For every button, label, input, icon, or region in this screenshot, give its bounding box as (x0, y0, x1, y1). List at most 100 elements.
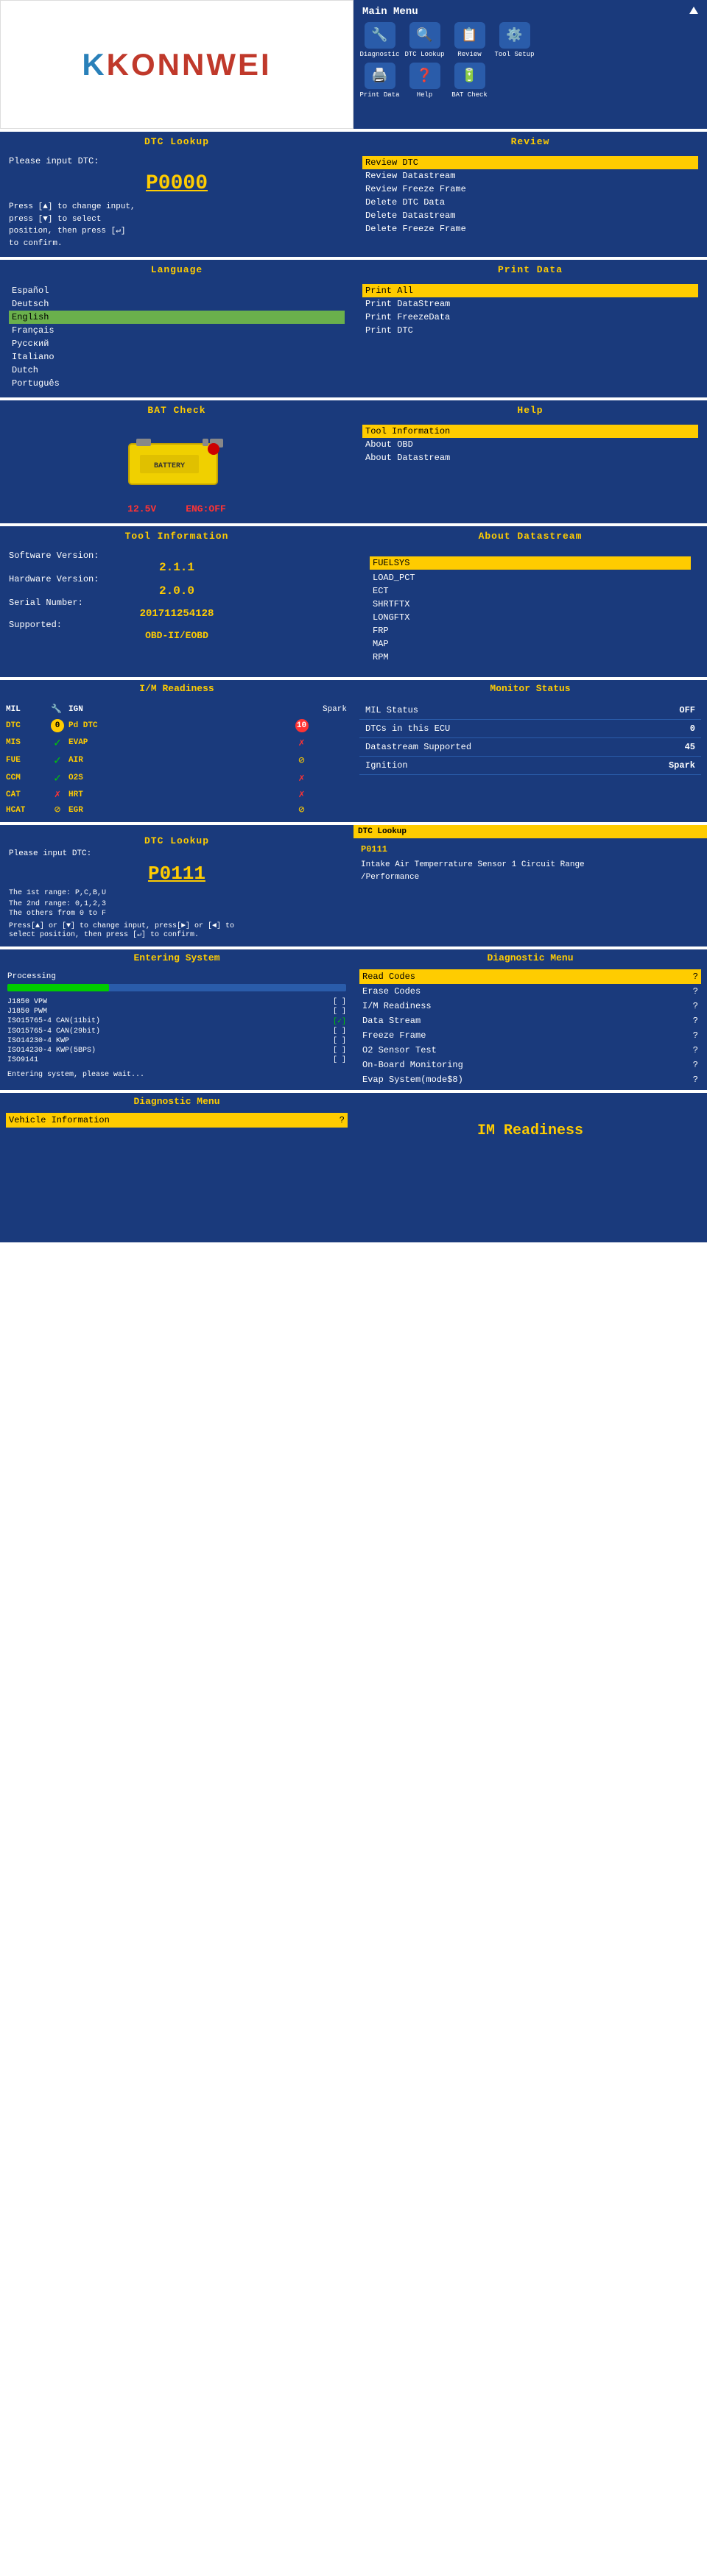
im-cat-row: CAT ✗ HRT ✗ (6, 787, 348, 802)
print-all[interactable]: Print All (362, 284, 698, 297)
menu-item-dtc-lookup[interactable]: 🔍 DTC Lookup (404, 22, 445, 58)
about-datastream-title: About Datastream (355, 528, 706, 545)
ds-rpm[interactable]: RPM (370, 651, 691, 664)
protocol-iso14230-kwp: ISO14230-4 KWP [ ] (7, 1036, 346, 1046)
help-about-datastream[interactable]: About Datastream (362, 451, 698, 464)
monitor-dtcs-label: DTCs in this ECU (359, 720, 617, 738)
print-data-title: Print Data (355, 261, 706, 278)
main-menu-title: Main Menu (359, 6, 701, 18)
lang-espanol[interactable]: Español (9, 284, 345, 297)
ds-fuelsys[interactable]: FUELSYS (370, 556, 691, 570)
bat-check-panel: BAT Check BATTERY 12.5V ENG:OFF (0, 400, 354, 523)
language-title: Language (1, 261, 352, 278)
dtc-range-2: The 2nd range: 0,1,2,3 (9, 900, 345, 908)
diag-vehicle-info[interactable]: Vehicle Information ? (6, 1113, 348, 1128)
review-list: Review DTC Review Datastream Review Free… (362, 156, 698, 236)
tool-setup-icon: ⚙️ (499, 22, 530, 49)
language-body: Español Deutsch English Français Русский… (1, 278, 352, 396)
lang-italiano[interactable]: Italiano (9, 350, 345, 364)
diag-menu-freeze-frame[interactable]: Freeze Frame ? (359, 1028, 701, 1043)
diag-menu-evap[interactable]: Evap System(mode$8) ? (359, 1072, 701, 1087)
about-datastream-panel: About Datastream FUELSYS LOAD_PCT ECT SH… (354, 526, 707, 677)
menu-item-diagnostic[interactable]: 🔧 Diagnostic (359, 22, 400, 58)
menu-item-help[interactable]: ❓ Help (404, 63, 445, 99)
tool-info-datastream-row: Tool Information Software Version: 2.1.1… (0, 526, 707, 677)
menu-item-review[interactable]: 📋 Review (449, 22, 490, 58)
ds-map[interactable]: MAP (370, 637, 691, 651)
im-fue-row: FUE ✓ AIR ⊘ (6, 751, 348, 769)
diagnostic-menu-title-1: Diagnostic Menu (354, 949, 707, 966)
menu-item-bat-check[interactable]: 🔋 BAT Check (449, 63, 490, 99)
monitor-ignition-label: Ignition (359, 757, 617, 775)
review-item-delete-dtc[interactable]: Delete DTC Data (362, 196, 698, 209)
ds-load-pct[interactable]: LOAD_PCT (370, 571, 691, 584)
dtc-lookup-title-2: DTC Lookup (9, 832, 345, 849)
monitor-table: MIL Status OFF DTCs in this ECU 0 Datast… (359, 701, 701, 775)
review-panel: Review Review DTC Review Datastream Revi… (354, 132, 707, 257)
im-hcat-row: HCAT ⊘ EGR ⊘ (6, 802, 348, 818)
lang-dutch[interactable]: Dutch (9, 364, 345, 377)
lang-deutsch[interactable]: Deutsch (9, 297, 345, 311)
diag-menu-o2-sensor[interactable]: O2 Sensor Test ? (359, 1043, 701, 1058)
print-data-icon: 🖨️ (365, 63, 395, 89)
im-mis-row: MIS ✓ EVAP ✗ (6, 734, 348, 751)
review-title: Review (355, 133, 706, 150)
help-about-obd[interactable]: About OBD (362, 438, 698, 451)
review-item-datastream[interactable]: Review Datastream (362, 169, 698, 183)
im-hcat-val: ⊘ (46, 804, 68, 816)
monitor-status-body: MIL Status OFF DTCs in this ECU 0 Datast… (354, 697, 707, 779)
menu-item-print-data[interactable]: 🖨️ Print Data (359, 63, 400, 99)
review-item-review-dtc[interactable]: Review DTC (362, 156, 698, 169)
diag-menu-on-board[interactable]: On-Board Monitoring ? (359, 1058, 701, 1072)
bat-check-body: BATTERY 12.5V ENG:OFF (1, 419, 352, 522)
logo-panel: KKONNWEI (0, 0, 354, 129)
review-item-freeze-frame[interactable]: Review Freeze Frame (362, 183, 698, 196)
language-list: Español Deutsch English Français Русский… (9, 284, 345, 390)
lang-francais[interactable]: Français (9, 324, 345, 337)
lang-english[interactable]: English (9, 311, 345, 324)
diag-menu-erase-codes[interactable]: Erase Codes ? (359, 984, 701, 999)
about-datastream-body: FUELSYS LOAD_PCT ECT SHRTFTX LONGFTX FRP… (355, 545, 706, 676)
im-header-row: MIL 🔧 IGN Spark (6, 701, 348, 718)
bat-help-row: BAT Check BATTERY 12.5V ENG:OFF (0, 400, 707, 523)
dtc-instructions-1: Press [▲] to change input,press [▼] to s… (9, 201, 345, 250)
lang-portugues[interactable]: Português (9, 377, 345, 390)
ds-ect[interactable]: ECT (370, 584, 691, 598)
svg-text:🔧: 🔧 (51, 703, 62, 713)
print-datastream[interactable]: Print DataStream (362, 297, 698, 311)
progress-bar-outer (7, 984, 346, 991)
dtc-lookup-panel-1: DTC Lookup Please input DTC: P0000 Press… (0, 132, 354, 257)
logo-text: KKONNWEI (82, 47, 271, 82)
review-item-delete-freeze[interactable]: Delete Freeze Frame (362, 222, 698, 236)
dtc-range-3: The others from 0 to F (9, 910, 345, 918)
im-mis-val: ✓ (46, 735, 68, 750)
print-dtc[interactable]: Print DTC (362, 324, 698, 337)
diagnostic-menu-panel-1: Diagnostic Menu Read Codes ? Erase Codes… (354, 949, 707, 1090)
lang-russian[interactable]: Русский (9, 337, 345, 350)
im-fue-label: FUE (6, 756, 46, 765)
diag-menu-data-stream[interactable]: Data Stream ? (359, 1013, 701, 1028)
diag-menu-im-readiness[interactable]: I/M Readiness ? (359, 999, 701, 1013)
im-mis-label: MIS (6, 738, 46, 747)
menu-item-tool-setup[interactable]: ⚙️ Tool Setup (494, 22, 535, 58)
protocol-j1850pwm: J1850 PWM [ ] (7, 1007, 346, 1016)
im-readiness-body: MIL 🔧 IGN Spark DTC 0 Pd DTC 10 (0, 697, 354, 822)
ds-shrtftx[interactable]: SHRTFTX (370, 598, 691, 611)
help-tool-info[interactable]: Tool Information (362, 425, 698, 438)
dtc-review-row: DTC Lookup Please input DTC: P0000 Press… (0, 132, 707, 257)
ds-frp[interactable]: FRP (370, 624, 691, 637)
ds-longftx[interactable]: LONGFTX (370, 611, 691, 624)
review-item-delete-datastream[interactable]: Delete Datastream (362, 209, 698, 222)
diag-menu-read-codes[interactable]: Read Codes ? (359, 969, 701, 984)
im-col-icon: 🔧 (46, 703, 68, 716)
dtc-lookup-icon: 🔍 (409, 22, 440, 49)
print-freeze[interactable]: Print FreezeData (362, 311, 698, 324)
im-hrt-label: HRT (68, 790, 281, 799)
diagnostic-menu-bottom-title: Diagnostic Menu (0, 1093, 354, 1110)
tool-info-panel: Tool Information Software Version: 2.1.1… (0, 526, 354, 677)
dtc-result-body: P0111 Intake Air Temperrature Sensor 1 C… (354, 838, 707, 934)
language-panel: Language Español Deutsch English Françai… (0, 260, 354, 397)
im-egr-label: EGR (68, 806, 281, 815)
monitor-status-title: Monitor Status (354, 680, 707, 697)
diagnostic-menu-panel-bottom: Diagnostic Menu Vehicle Information ? (0, 1093, 354, 1242)
